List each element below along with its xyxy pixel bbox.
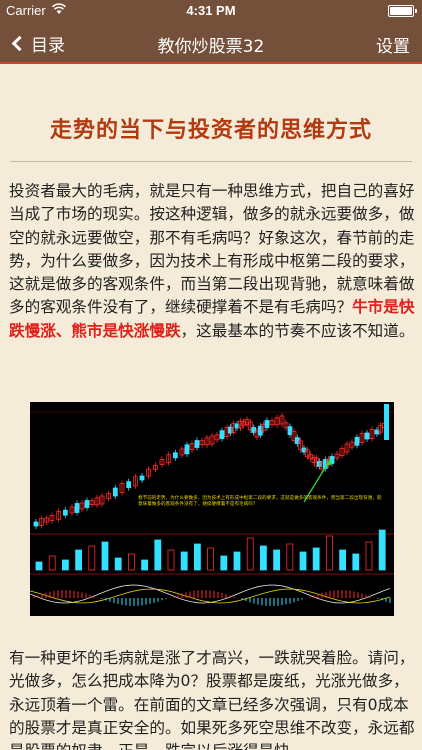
candlestick-chart [30,404,394,606]
navigation-bar: 目录 教你炒股票32 设置 [0,22,422,64]
article-paragraph: 有一种更坏的毛病就是涨了才高兴，一跌就哭着脸。请问，光做多，怎么把成本降为0？股… [9,649,415,750]
chart-annotation: 春节前的走势，为什么要做多，因为技术上有形成中枢第二段的要求，这就是做多的客观条… [138,496,382,507]
status-bar: Carrier 4:31 PM [0,0,422,22]
paragraph-text: 投资者最大的毛病，就是只有一种思维方式，把自己的喜好当成了市场的现实。按这种逻辑… [9,182,415,317]
stock-chart-image: 春节前的走势，为什么要做多，因为技术上有形成中枢第二段的要求，这就是做多的客观条… [30,402,394,616]
battery-icon [388,5,417,17]
title-divider [10,161,412,162]
paragraph-text: ，这最基本的节奏不应该不知道。 [180,321,415,340]
page-title: 教你炒股票32 [157,37,265,57]
article-paragraph: 投资者最大的毛病，就是只有一种思维方式，把自己的喜好当成了市场的现实。按这种逻辑… [9,180,415,343]
settings-button[interactable]: 设置 [376,32,410,57]
clock: 4:31 PM [186,3,236,18]
article-title: 走势的当下与投资者的思维方式 [49,118,372,143]
